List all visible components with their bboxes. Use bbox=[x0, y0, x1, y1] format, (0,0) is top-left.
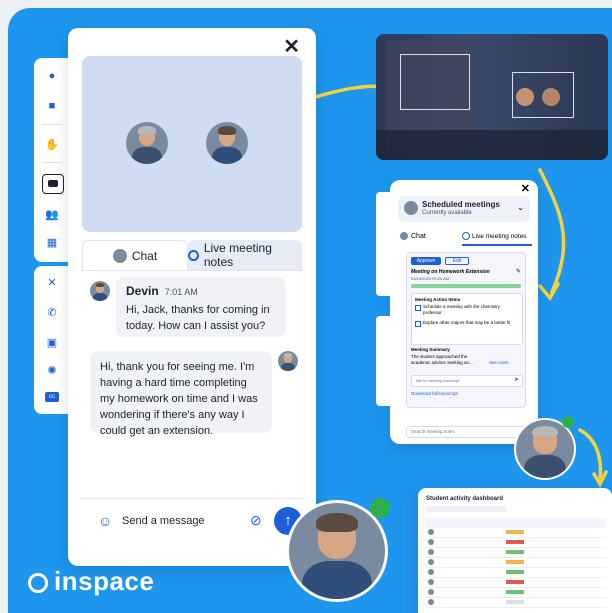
online-status-dot bbox=[562, 416, 574, 428]
approve-button[interactable]: Approve bbox=[411, 257, 441, 265]
action-item: Explore other majors that may be a bette… bbox=[423, 320, 511, 325]
table-row bbox=[426, 538, 606, 548]
table-row bbox=[426, 528, 606, 538]
mini-toolbar bbox=[376, 192, 390, 296]
close-button[interactable]: ✕ bbox=[521, 182, 530, 195]
call-toolbar: ● ■ ✋ 👥 ▦ bbox=[34, 58, 70, 262]
message-input[interactable]: Send a message bbox=[122, 515, 205, 527]
tab-live-notes[interactable]: Live meeting notes bbox=[462, 228, 532, 246]
mini-toolbar bbox=[376, 316, 390, 406]
transcript-input[interactable]: Talk to meeting transcript ➤ bbox=[411, 375, 523, 387]
video-area bbox=[82, 56, 302, 232]
action-items-box: Meeting Action Items Schedule a meeting … bbox=[411, 293, 523, 345]
search-notes-placeholder: Search meeting notes bbox=[411, 429, 455, 434]
see-more-link[interactable]: See more bbox=[489, 360, 509, 365]
tab-live-notes-label: Live meeting notes bbox=[472, 232, 527, 240]
message-bubble: Devin 7:01 AM Hi, Jack, thanks for coming… bbox=[116, 277, 286, 337]
call-toolbar-secondary: ✕ ✆ ▣ ✺ cc bbox=[34, 266, 70, 414]
pin-icon[interactable]: ✕ bbox=[34, 276, 70, 289]
checkbox[interactable] bbox=[415, 305, 421, 311]
apps-icon[interactable]: ▣ bbox=[34, 336, 70, 349]
notes-tab-icon bbox=[462, 232, 470, 240]
chat-tab-icon bbox=[112, 249, 127, 263]
meeting-selector[interactable]: Scheduled meetings Currently available ⌄ bbox=[398, 196, 530, 222]
table-row bbox=[426, 548, 606, 558]
table-row bbox=[426, 568, 606, 578]
transcript-input-placeholder: Talk to meeting transcript bbox=[415, 378, 460, 383]
tab-chat-label: Chat bbox=[131, 249, 158, 263]
meeting-title: Meeting on Homework Extension bbox=[411, 269, 490, 275]
summary-heading: Meeting Summary bbox=[411, 347, 450, 352]
chat-messages: Devin 7:01 AM Hi, Jack, thanks for coming… bbox=[82, 270, 302, 497]
sender-name: Devin bbox=[126, 284, 159, 298]
captions-icon[interactable]: cc bbox=[45, 392, 59, 402]
message-bubble: Hi, thank you for seeing me. I'm having … bbox=[90, 351, 272, 437]
action-items-heading: Meeting Action Items bbox=[415, 297, 461, 302]
message-text: Hi, Jack, thanks for coming in today. Ho… bbox=[126, 304, 270, 332]
table-row bbox=[426, 598, 606, 608]
chat-toggle-button[interactable] bbox=[42, 174, 64, 194]
brand-name: inspace bbox=[54, 566, 155, 596]
tab-chat-label: Chat bbox=[411, 232, 426, 240]
tab-live-notes-label: Live meeting notes bbox=[203, 241, 272, 269]
summary-text: The student approached the academic advi… bbox=[411, 354, 473, 365]
tab-chat[interactable]: Chat bbox=[82, 240, 188, 271]
panel-tabs: Chat Live meeting notes bbox=[82, 240, 302, 271]
table-row bbox=[426, 578, 606, 588]
table-row bbox=[426, 588, 606, 598]
room-avatar bbox=[516, 88, 534, 106]
brand-logo: inspace bbox=[28, 566, 154, 597]
microphone-icon[interactable]: ● bbox=[34, 70, 70, 82]
status-bar bbox=[411, 284, 521, 288]
chevron-down-icon: ⌄ bbox=[517, 203, 524, 212]
meeting-date: 03/14/2023 09:20 AM bbox=[411, 276, 450, 281]
chat-tab-icon bbox=[400, 232, 408, 240]
dashboard-title: Student activity dashboard bbox=[426, 496, 504, 502]
notes-tab-icon bbox=[188, 249, 199, 261]
sender-avatar bbox=[278, 351, 298, 371]
message-text: Hi, thank you for seeing me. I'm having … bbox=[100, 361, 258, 437]
participant-avatar bbox=[206, 122, 248, 164]
settings-icon[interactable]: ✺ bbox=[34, 364, 70, 377]
message-time: 7:01 AM bbox=[164, 287, 198, 297]
student-dashboard: Student activity dashboard bbox=[418, 488, 612, 613]
hand-icon[interactable]: ✋ bbox=[34, 138, 70, 151]
participant-avatar bbox=[126, 122, 168, 164]
online-status-dot bbox=[370, 498, 390, 518]
pencil-icon[interactable]: ✎ bbox=[516, 268, 521, 275]
emoji-icon[interactable]: ☺ bbox=[98, 513, 112, 529]
scheduled-meetings-panel: ✕ Scheduled meetings Currently available… bbox=[376, 180, 538, 444]
dashboard-filters bbox=[426, 506, 506, 512]
avatar bbox=[404, 201, 418, 215]
meeting-selector-title: Scheduled meetings bbox=[422, 200, 500, 209]
camera-icon[interactable]: ■ bbox=[34, 100, 70, 112]
phone-icon[interactable]: ✆ bbox=[34, 306, 70, 319]
search-notes-input[interactable]: Search meeting notes bbox=[406, 426, 526, 438]
participants-icon[interactable]: 👥 bbox=[34, 208, 70, 221]
logo-icon bbox=[28, 573, 48, 593]
notes-card: Approve Edit Meeting on Homework Extensi… bbox=[406, 252, 526, 408]
tab-chat[interactable]: Chat bbox=[400, 228, 460, 244]
table-row bbox=[426, 558, 606, 568]
meeting-window: ✕ Chat Live meeting notes Devin 7:01 AM H… bbox=[68, 28, 316, 566]
edit-button[interactable]: Edit bbox=[445, 257, 469, 265]
table-header bbox=[426, 518, 606, 528]
download-transcript-link[interactable]: Download full transcript bbox=[411, 391, 458, 396]
marketing-graphic: ● ■ ✋ 👥 ▦ ✕ ✆ ▣ ✺ cc ✕ Chat Live meeting… bbox=[0, 0, 612, 613]
chat-icon bbox=[48, 180, 58, 187]
attach-icon[interactable]: ⊘ bbox=[250, 512, 262, 529]
room-avatar bbox=[542, 88, 560, 106]
grid-icon[interactable]: ▦ bbox=[34, 236, 70, 249]
checkbox[interactable] bbox=[415, 321, 421, 327]
tab-live-notes[interactable]: Live meeting notes bbox=[188, 240, 302, 270]
message-composer: ☺ Send a message ⊘ ↑ bbox=[82, 498, 302, 549]
meeting-room-photo bbox=[376, 34, 608, 160]
sender-avatar bbox=[90, 281, 110, 301]
action-item: Schedule a meeting with the chemistry pr… bbox=[423, 304, 501, 315]
send-icon[interactable]: ➤ bbox=[514, 376, 519, 383]
meeting-selector-subtitle: Currently available bbox=[422, 210, 472, 216]
